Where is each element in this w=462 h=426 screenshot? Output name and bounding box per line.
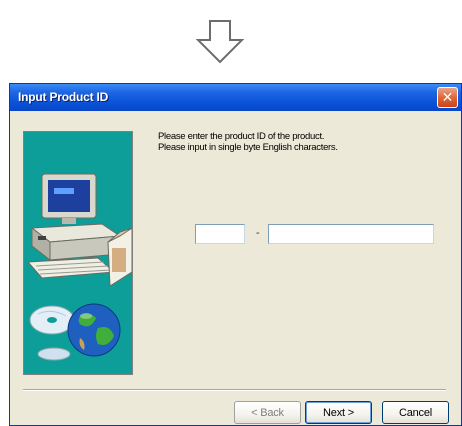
window-title: Input Product ID xyxy=(18,90,109,104)
close-icon: ✕ xyxy=(441,89,454,105)
computer-cd-globe-illustration xyxy=(26,173,132,361)
title-bar[interactable]: Input Product ID ✕ xyxy=(10,84,461,111)
instruction-line-2: Please input in single byte English char… xyxy=(158,142,338,153)
cancel-button[interactable]: Cancel xyxy=(382,401,449,424)
product-id-separator: - xyxy=(256,227,260,239)
instruction-text: Please enter the product ID of the produ… xyxy=(158,131,338,153)
button-separator xyxy=(23,389,446,391)
setup-illustration xyxy=(23,131,133,375)
product-id-part2-field[interactable] xyxy=(268,224,434,244)
dialog-body: Please enter the product ID of the produ… xyxy=(13,111,458,424)
back-button[interactable]: < Back xyxy=(234,401,301,424)
next-button[interactable]: Next > xyxy=(305,401,372,424)
down-arrow-icon xyxy=(196,20,244,64)
instruction-line-1: Please enter the product ID of the produ… xyxy=(158,131,325,142)
product-id-dialog: Input Product ID ✕ Please enter the prod… xyxy=(9,83,462,426)
product-id-part1-input[interactable] xyxy=(196,226,244,244)
product-id-part1-field[interactable] xyxy=(195,224,245,244)
product-id-part2-input[interactable] xyxy=(269,226,433,244)
close-button[interactable]: ✕ xyxy=(437,87,458,108)
screen: Input Product ID ✕ Please enter the prod… xyxy=(0,0,462,426)
